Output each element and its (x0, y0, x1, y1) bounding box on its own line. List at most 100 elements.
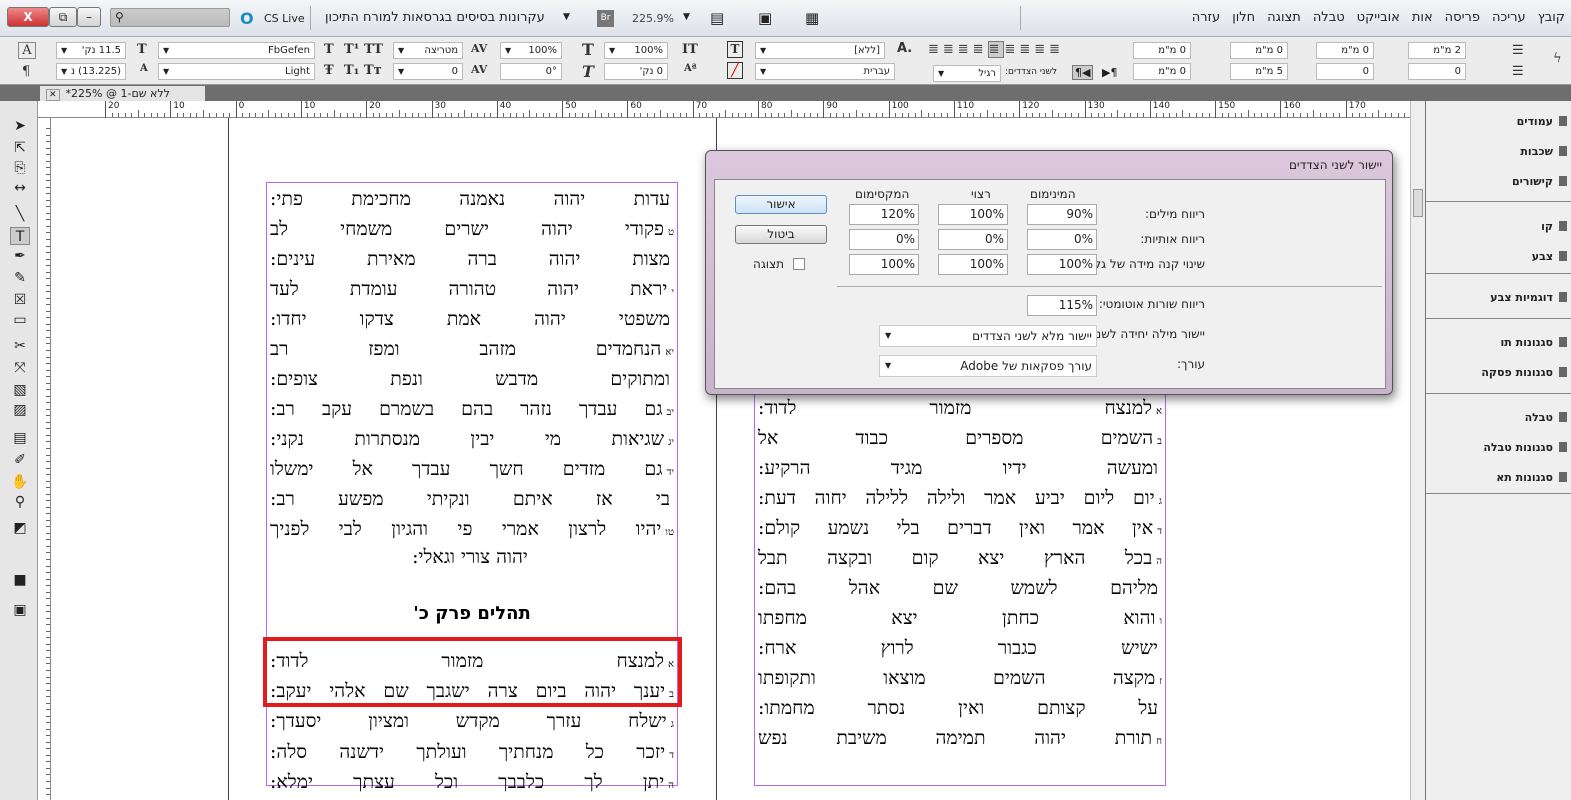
superscript-icon[interactable]: T¹ (344, 42, 359, 57)
scrollbar-thumb[interactable] (1413, 189, 1423, 217)
small-caps-icon[interactable]: Tт (364, 63, 382, 78)
ok-button[interactable]: אישור (735, 195, 827, 214)
panel-item[interactable]: סגנונות פסקה (1481, 366, 1567, 379)
drop-cap-chars-field[interactable]: 0 (1408, 63, 1466, 80)
baseline-shift-field[interactable]: 0 נק' (604, 63, 668, 80)
panel-item[interactable]: דוגמיות צבע (1490, 291, 1567, 304)
vertical-scrollbar[interactable] (1410, 101, 1425, 800)
right-indent-field[interactable]: 0 מ"מ (1230, 42, 1288, 59)
min-input[interactable]: 100% (1027, 254, 1097, 275)
max-input[interactable]: 100% (849, 254, 919, 275)
zoom-level[interactable]: 225.9% (632, 12, 674, 25)
gap-tool-icon[interactable]: ↔ (10, 179, 30, 197)
character-style-field[interactable]: [ללא] ▼ (755, 42, 885, 59)
view-options-icon[interactable]: ▤ (710, 9, 724, 27)
left-indent-field[interactable]: 0 מ"מ (1133, 42, 1191, 59)
auto-leading-input[interactable]: 115% (1027, 295, 1097, 316)
gradient-feather-tool-icon[interactable]: ▨ (10, 401, 30, 419)
menu-window[interactable]: חלון (1232, 10, 1255, 25)
desired-input[interactable]: 100% (938, 204, 1008, 225)
zoom-tool-icon[interactable]: ⚲ (10, 493, 30, 511)
strikethrough-icon[interactable]: Ŧ (324, 63, 334, 78)
tracking-field[interactable]: 0 ▼ (393, 63, 463, 80)
justify-dropdown[interactable]: רגיל ▼ (933, 65, 1001, 82)
rectangle-frame-tool-icon[interactable]: ☒ (10, 291, 30, 309)
max-input[interactable]: 0% (849, 229, 919, 250)
minimize-button[interactable]: – (77, 7, 101, 27)
free-transform-tool-icon[interactable]: ⤧ (10, 359, 30, 377)
panel-item[interactable]: קישורים (1512, 175, 1567, 188)
line-tool-icon[interactable]: ╲ (10, 205, 30, 223)
cs-live-button[interactable]: CS Live (264, 12, 305, 25)
panel-item[interactable]: סגנונות טבלה (1483, 441, 1567, 454)
drop-cap-lines-field[interactable]: 0 (1316, 63, 1374, 80)
preview-checkbox[interactable] (793, 258, 805, 270)
skew-field[interactable]: 0° (500, 63, 562, 80)
alignment-buttons[interactable]: ≣≣≣≣≣≣≣≣≣ (928, 41, 1064, 58)
font-size-field[interactable]: 11.5 נק' ▼ (56, 42, 126, 59)
screen-mode-icon[interactable]: ▣ (758, 9, 772, 27)
menu-file[interactable]: קובץ (1538, 10, 1565, 25)
gradient-tool-icon[interactable]: ▧ (10, 381, 30, 399)
menu-view[interactable]: תצוגה (1267, 10, 1301, 25)
panel-item[interactable]: שכבות (1520, 145, 1567, 158)
horizontal-ruler[interactable]: 20 10 0 10 20 30 40 50 60 70 80 90 100 110 120 130 140 15… (38, 101, 1471, 118)
cancel-button[interactable]: ביטול (735, 225, 827, 244)
language-field[interactable]: עברית ▼ (755, 63, 895, 80)
fill-text-icon[interactable]: T (727, 41, 743, 58)
scissors-tool-icon[interactable]: ✂ (10, 337, 30, 355)
panel-item[interactable]: עמודים (1517, 115, 1567, 128)
direct-selection-tool-icon[interactable]: ⇱ (10, 139, 30, 157)
menu-object[interactable]: אובייקט (1357, 10, 1400, 25)
first-line-indent-field[interactable]: 0 מ"מ (1133, 63, 1191, 80)
selection-tool-icon[interactable]: ➤ (10, 117, 30, 135)
quick-apply-icon[interactable]: ϟ (1553, 51, 1562, 66)
menu-table[interactable]: טבלה (1313, 10, 1345, 25)
desired-input[interactable]: 100% (938, 254, 1008, 275)
menu-help[interactable]: עזרה (1192, 10, 1220, 25)
panel-item[interactable]: סגנונות תא (1496, 471, 1567, 484)
min-input[interactable]: 0% (1027, 229, 1097, 250)
subscript-icon[interactable]: T₁ (344, 63, 359, 78)
leading-field[interactable]: (13.225) נ ▼ (56, 63, 126, 80)
rtl-paragraph-button[interactable]: ¶◀ (1072, 65, 1094, 80)
close-button[interactable]: X (7, 7, 49, 27)
arrange-documents-icon[interactable]: ▦ (805, 9, 819, 27)
vertical-scale-field[interactable]: 100% ▼ (500, 42, 562, 59)
panel-item[interactable]: צבע (1532, 250, 1567, 263)
last-line-indent-field[interactable]: 5 מ"מ (1230, 63, 1288, 80)
all-caps-icon[interactable]: TT (364, 42, 383, 57)
type-tool-icon[interactable]: T (10, 227, 30, 245)
min-input[interactable]: 90% (1027, 204, 1097, 225)
ltr-paragraph-button[interactable]: ▶¶ (1102, 66, 1117, 79)
numbered-list-icon[interactable]: ☰ (1512, 64, 1524, 79)
eyedropper-tool-icon[interactable]: ✐ (10, 451, 30, 469)
panel-item[interactable]: קו (1541, 220, 1567, 233)
panel-item[interactable]: טבלה (1525, 411, 1567, 424)
composer-dropdown[interactable]: עורך פסקאות של Adobe ▼ (879, 355, 1097, 377)
text-frame-right[interactable]: תהלים פרק י״טאלמנצח מזמור לדוד:בהשמים מס… (754, 348, 1166, 786)
pen-tool-icon[interactable]: ✒ (10, 247, 30, 265)
note-tool-icon[interactable]: ▤ (10, 429, 30, 447)
panel-item[interactable]: סגנונות תו (1500, 336, 1567, 349)
fill-stroke-icon[interactable]: ◩ (10, 519, 30, 537)
bridge-button[interactable]: Br (597, 10, 614, 27)
menu-type[interactable]: אות (1412, 10, 1433, 25)
underline-icon[interactable]: T (324, 42, 334, 57)
search-input[interactable]: ⚲ (110, 8, 230, 27)
stroke-none-icon[interactable]: ╱ (727, 62, 743, 79)
kerning-field[interactable]: מטריצה ▼ (393, 42, 463, 59)
space-after-field[interactable]: 2 מ"מ (1408, 42, 1466, 59)
font-style-field[interactable]: Light ▼ (158, 63, 315, 80)
desired-input[interactable]: 0% (938, 229, 1008, 250)
document-title[interactable]: עקרונות בסיסים בגרסאות למורח התיכון (325, 10, 545, 25)
space-before-field[interactable]: 0 מ"מ (1316, 42, 1374, 59)
character-styles-menu-icon[interactable]: A. (897, 41, 912, 56)
bulleted-list-icon[interactable]: ☰ (1512, 43, 1524, 58)
pencil-tool-icon[interactable]: ✎ (10, 269, 30, 287)
character-mode-icon[interactable]: A (18, 42, 36, 59)
menu-layout[interactable]: פריסה (1445, 10, 1480, 25)
single-word-dropdown[interactable]: יישור מלא לשני הצדדים ▼ (879, 325, 1097, 347)
hand-tool-icon[interactable]: ✋ (10, 473, 30, 491)
vertical-ruler[interactable] (38, 118, 51, 800)
